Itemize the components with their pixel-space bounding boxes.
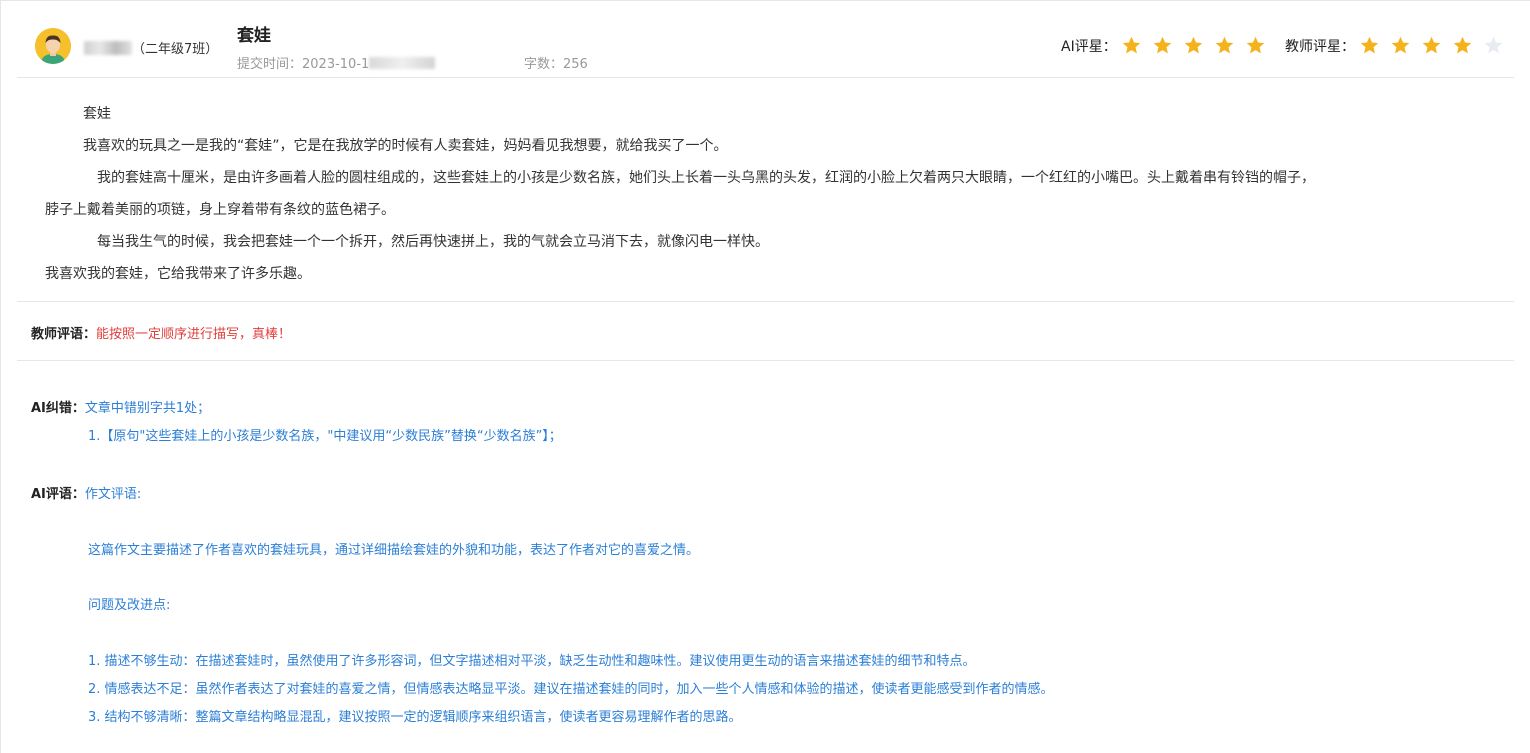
ai-correction-summary: 文章中错别字共1处；: [84, 401, 211, 416]
ai-issue-item: 1. 描述不够生动：在描述套娃时，虽然使用了许多形容词，但文字描述相对平淡，缺乏…: [88, 654, 976, 669]
word-count: 字数：256: [524, 53, 588, 72]
word-count-value: 256: [563, 57, 588, 72]
ai-issue-item: 3. 结构不够清晰：整篇文章结构略显混乱，建议按照一定的逻辑顺序来组织语言，使读…: [88, 710, 742, 725]
ai-rating-label: AI评星：: [1061, 38, 1117, 55]
star-filled-icon[interactable]: [1359, 35, 1380, 56]
student-avatar: [35, 28, 71, 64]
submit-time-value: 2023-10-1: [302, 57, 370, 72]
ai-correction: AI纠错：文章中错别字共1处；: [31, 397, 210, 416]
essay-content: 套娃 我喜欢的玩具之一是我的“套娃”，它是在我放学的时候有人卖套娃，妈妈看见我想…: [30, 98, 1500, 290]
teacher-rating-label: 教师评星：: [1285, 38, 1355, 55]
essay-title: 套娃: [237, 26, 271, 46]
submit-time-label: 提交时间：: [237, 57, 303, 72]
word-count-label: 字数：: [524, 57, 564, 72]
ai-comment-heading: 作文评语:: [84, 487, 142, 502]
ai-comment-summary: 这篇作文主要描述了作者喜欢的套娃玩具，通过详细描绘套娃的外貌和功能，表达了作者对…: [88, 543, 700, 558]
redacted-time: [369, 57, 436, 69]
ai-correction-item: 1.【原句"这些套娃上的小孩是少数名族，"中建议用“少数民族”替换“少数名族”】…: [88, 429, 562, 444]
essay-paragraph: 每当我生气的时候，我会把套娃一个一个拆开，然后再快速拼上，我的气就会立马消下去，…: [97, 234, 769, 250]
teacher-rating: 教师评星：: [1285, 35, 1514, 56]
essay-paragraph: 我的套娃高十厘米，是由许多画着人脸的圆柱组成的，这些套娃上的小孩是少数名族，她们…: [97, 170, 1315, 186]
star-filled-icon: [1215, 36, 1233, 54]
ai-issues-heading: 问题及改进点:: [88, 598, 171, 613]
student-class: （二年级7班）: [132, 42, 219, 57]
ai-issue-item: 2. 情感表达不足：虽然作者表达了对套娃的喜爱之情，但情感表达略显平淡。建议在描…: [88, 682, 1054, 697]
essay-paragraph: 脖子上戴着美丽的项链，身上穿着带有条纹的蓝色裙子。: [45, 202, 395, 218]
essay-paragraph: 我喜欢我的套娃，它给我带来了许多乐趣。: [45, 266, 311, 282]
star-empty-icon[interactable]: [1483, 35, 1504, 56]
essay-paragraph: 套娃: [83, 106, 111, 122]
star-filled-icon: [1122, 36, 1140, 54]
ai-correction-label: AI纠错：: [31, 401, 85, 416]
essay-paragraph: 我喜欢的玩具之一是我的“套娃”，它是在我放学的时候有人卖套娃，妈妈看见我想要，就…: [83, 138, 728, 154]
star-filled-icon: [1184, 36, 1202, 54]
redacted-name: [84, 41, 132, 55]
divider: [17, 360, 1514, 361]
teacher-comment: 教师评语：能按照一定顺序进行描写，真棒！: [31, 323, 291, 342]
divider: [17, 301, 1514, 302]
submit-time: 提交时间：2023-10-1: [237, 53, 436, 72]
ai-comment: AI评语：作文评语:: [31, 483, 141, 502]
essay-review-page: （二年级7班） 套娃 提交时间：2023-10-1 字数：256 AI评星： 教…: [0, 0, 1530, 753]
ai-rating: AI评星：: [1061, 35, 1276, 56]
teacher-comment-label: 教师评语：: [31, 327, 97, 342]
ai-comment-label: AI评语：: [31, 487, 85, 502]
essay-header: （二年级7班） 套娃 提交时间：2023-10-1 字数：256 AI评星： 教…: [17, 1, 1514, 78]
star-filled-icon[interactable]: [1452, 35, 1473, 56]
star-filled-icon[interactable]: [1390, 35, 1411, 56]
student-name: （二年级7班）: [84, 38, 218, 57]
star-filled-icon: [1246, 36, 1264, 54]
star-filled-icon: [1153, 36, 1171, 54]
star-filled-icon[interactable]: [1421, 35, 1442, 56]
teacher-comment-text: 能按照一定顺序进行描写，真棒！: [96, 327, 292, 342]
teacher-rating-stars[interactable]: [1359, 35, 1514, 56]
ai-rating-stars: [1121, 35, 1276, 56]
